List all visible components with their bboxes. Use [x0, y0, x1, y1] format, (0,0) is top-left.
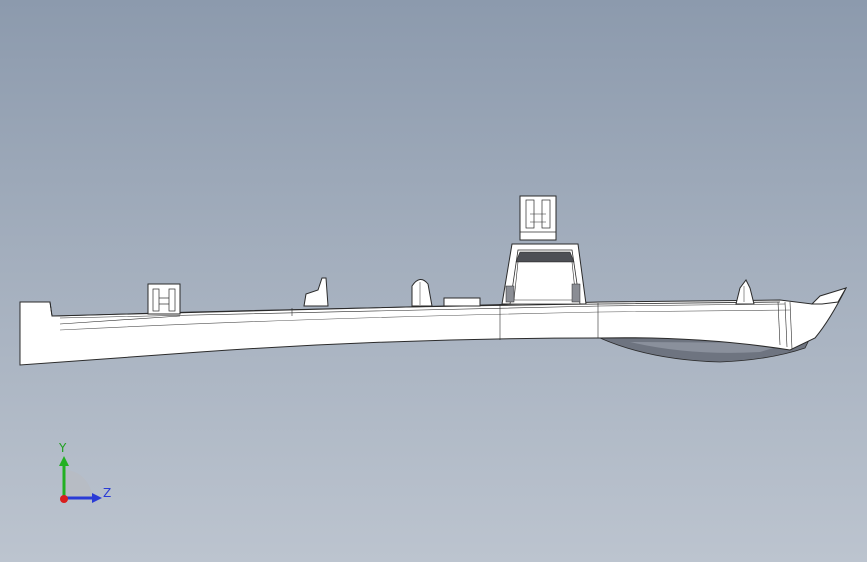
z-axis-label: Z: [103, 486, 112, 500]
x-axis-dot: [60, 495, 68, 503]
graphics-viewport[interactable]: Y Z: [0, 0, 867, 562]
y-axis-label: Y: [59, 441, 67, 455]
right-tip: [810, 287, 848, 305]
boss-2: [735, 279, 755, 305]
left-clip: [147, 283, 181, 315]
boss-1: [411, 279, 433, 307]
central-tower: [501, 195, 587, 305]
triad-plane: [64, 470, 92, 498]
part-model[interactable]: [0, 0, 867, 562]
y-axis-arrow: [59, 456, 69, 466]
pad-1: [443, 297, 481, 307]
z-axis-arrow: [92, 493, 102, 503]
coordinate-triad: [59, 456, 102, 503]
hook-1: [303, 277, 329, 307]
